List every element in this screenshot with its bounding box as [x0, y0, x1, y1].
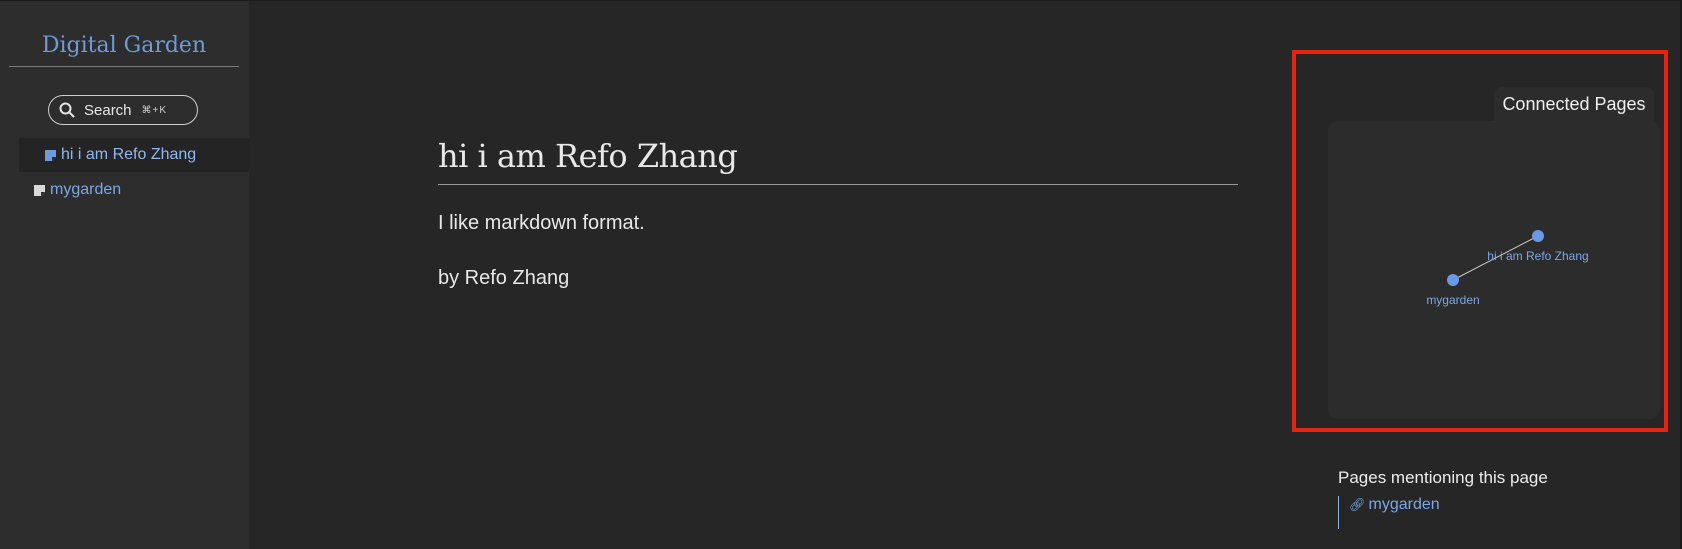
- sidebar-item-label: mygarden: [50, 181, 122, 198]
- sidebar: Digital Garden Search ⌘+K hi i am Refo Z…: [0, 1, 249, 549]
- search-button[interactable]: Search ⌘+K: [48, 95, 198, 125]
- sidebar-item-label: hi i am Refo Zhang: [61, 146, 197, 163]
- mention-link-label: mygarden: [1368, 496, 1440, 513]
- paragraph: by Refo Zhang: [438, 267, 570, 289]
- graph-node-label: hi i am Refo Zhang: [1487, 249, 1588, 263]
- sidebar-item-mygarden[interactable]: mygarden: [33, 179, 121, 201]
- mention-link-mygarden[interactable]: 🔗︎ mygarden: [1349, 496, 1440, 514]
- mentions-title: Pages mentioning this page: [1338, 468, 1548, 487]
- site-title[interactable]: Digital Garden: [9, 33, 239, 67]
- graph-canvas[interactable]: hi i am Refo Zhang mygarden: [1328, 121, 1660, 419]
- link-icon: 🔗︎: [1349, 497, 1366, 512]
- note-icon: [45, 149, 56, 161]
- mentions-list: 🔗︎ mygarden: [1338, 496, 1440, 529]
- graph-node-hi-i-am-refo-zhang[interactable]: [1532, 230, 1544, 242]
- graph-node-label: mygarden: [1426, 293, 1479, 307]
- paragraph: I like markdown format.: [438, 212, 645, 234]
- search-icon: [59, 102, 75, 118]
- search-shortcut: ⌘+K: [141, 104, 168, 116]
- note-icon: [34, 184, 45, 196]
- search-label: Search: [84, 101, 132, 119]
- connected-pages-tab[interactable]: Connected Pages: [1494, 87, 1654, 121]
- sidebar-item-hi-i-am-refo-zhang[interactable]: hi i am Refo Zhang: [19, 138, 249, 172]
- connected-pages-graph[interactable]: hi i am Refo Zhang mygarden: [1328, 121, 1660, 419]
- app-window: Digital Garden Search ⌘+K hi i am Refo Z…: [0, 0, 1682, 549]
- graph-node-mygarden[interactable]: [1447, 274, 1459, 286]
- page-title: hi i am Refo Zhang: [438, 137, 1238, 185]
